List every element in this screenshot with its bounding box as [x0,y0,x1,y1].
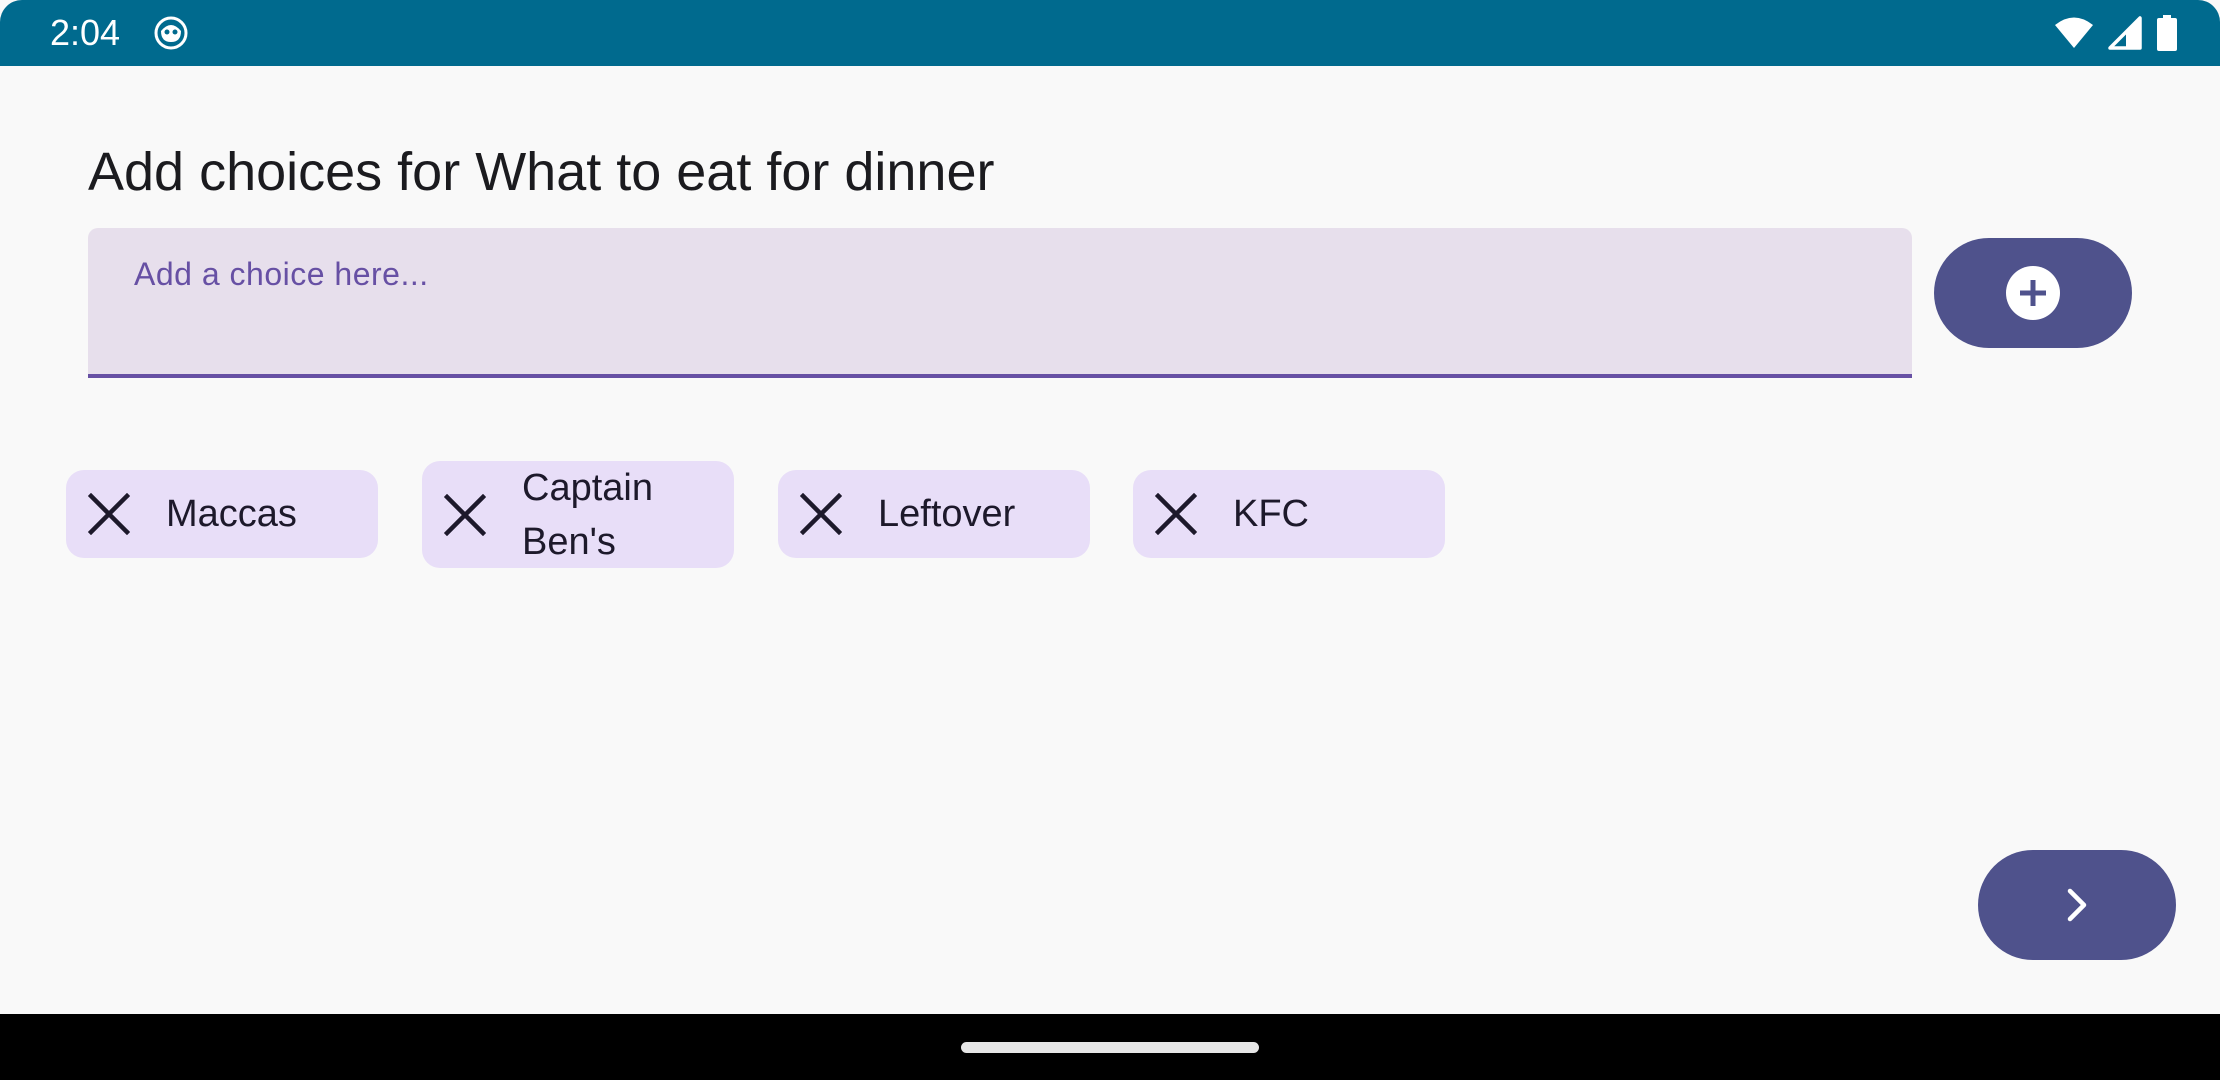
status-time: 2:04 [50,12,121,53]
close-icon[interactable] [88,493,130,535]
choice-chip[interactable]: Captain Ben's [422,461,734,568]
add-circle-icon [2006,266,2060,320]
app-notification-icon [154,16,188,50]
cell-signal-icon [2108,16,2142,50]
wifi-icon [2055,17,2093,48]
choice-input[interactable] [134,252,1834,296]
battery-icon [2157,15,2177,51]
chevron-right-icon [2067,888,2087,922]
status-icons [2054,15,2178,51]
next-button[interactable] [1978,850,2176,960]
choice-chip[interactable]: Leftover [778,470,1090,558]
navigation-bar [0,1014,2220,1080]
close-icon[interactable] [1155,493,1197,535]
choice-input-field[interactable] [88,228,1912,378]
close-icon[interactable] [800,493,842,535]
choice-chip-label: Maccas [166,493,297,535]
choice-chip[interactable]: KFC [1133,470,1445,558]
close-icon[interactable] [444,493,486,536]
home-gesture-handle[interactable] [961,1042,1259,1053]
page-title: Add choices for What to eat for dinner [88,142,995,202]
status-bar: 2:04 [0,0,2220,66]
add-choice-button[interactable] [1934,238,2132,348]
choice-chip-label: Leftover [878,493,1016,535]
choice-chip-label: Captain Ben's [522,466,653,563]
choice-chip[interactable]: Maccas [66,470,378,558]
choice-chip-label: KFC [1233,493,1309,535]
